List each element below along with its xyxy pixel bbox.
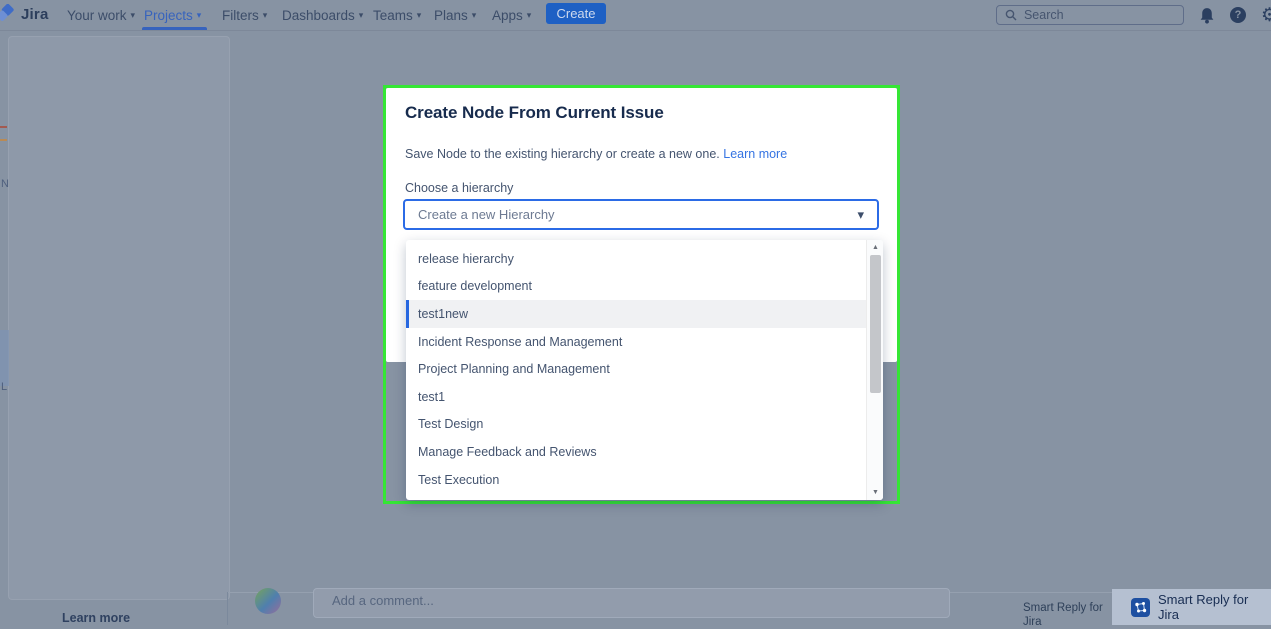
chevron-down-icon: ▾ [263,11,268,20]
smart-reply-flag: Smart Reply for Jira [1112,589,1271,625]
dropdown-option[interactable]: Test Design [406,411,866,439]
user-avatar [255,588,281,614]
chevron-down-icon: ▾ [472,11,477,20]
top-nav: Jira Your work▾Projects▾Filters▾Dashboar… [0,0,1271,31]
search-input[interactable]: Search [996,5,1184,25]
nav-item-label: Plans [434,8,468,23]
annotation-highlight-rect: Create Node From Current Issue Save Node… [383,85,900,504]
dropdown-option[interactable]: Test Execution [406,466,866,494]
scroll-down-icon[interactable]: ▼ [867,486,883,499]
sidebar-red-mark [0,126,7,128]
smart-reply-icon [1131,598,1150,617]
dropdown-option[interactable]: feature development [406,273,866,301]
nav-item-label: Your work [67,8,127,23]
scrollbar-thumb[interactable] [870,255,881,393]
nav-item-label: Filters [222,8,259,23]
learn-more-link[interactable]: Learn more [62,611,130,625]
dropdown-options: release hierarchyfeature developmenttest… [406,240,866,500]
smart-reply-flag-text: Smart Reply for Jira [1158,592,1271,622]
learn-more-modal-link[interactable]: Learn more [723,147,787,161]
nav-item-label: Teams [373,8,413,23]
modal-subtitle-text: Save Node to the existing hierarchy or c… [405,147,720,161]
nav-item-your-work[interactable]: Your work ▾ [67,0,135,30]
sidebar-letter: N [1,178,9,190]
dimmed-left-panel [8,36,230,600]
nav-item-apps[interactable]: Apps ▾ [492,0,531,30]
nav-item-label: Projects [144,8,193,23]
nav-item-dashboards[interactable]: Dashboards ▾ [282,0,363,30]
hierarchy-dropdown: release hierarchyfeature developmenttest… [406,240,883,500]
footer-vertical-divider [227,592,228,625]
search-icon [1005,9,1017,21]
chevron-down-icon: ▾ [197,11,202,20]
sidebar-orange-mark [0,139,7,141]
logo-text: Jira [21,6,49,23]
jira-logo[interactable]: Jira [0,4,49,24]
nav-item-projects[interactable]: Projects ▾ [144,0,201,30]
chevron-down-icon: ▾ [527,11,532,20]
nav-item-teams[interactable]: Teams ▾ [373,0,421,30]
notifications-bell-icon[interactable] [1199,7,1215,24]
dropdown-option[interactable]: Manage Feedback and Reviews [406,438,866,466]
nav-item-filters[interactable]: Filters ▾ [222,0,267,30]
dropdown-scrollbar[interactable]: ▲ ▼ [866,240,883,500]
dropdown-option[interactable]: Incident Response and Management [406,328,866,356]
settings-gear-icon[interactable]: ⚙ [1261,6,1271,25]
hierarchy-field-label: Choose a hierarchy [405,181,513,195]
help-icon[interactable]: ? [1230,7,1246,23]
chevron-down-icon: ▾ [417,11,422,20]
hierarchy-select[interactable]: Create a new Hierarchy ▾ [403,199,879,230]
chevron-down-icon: ▾ [131,11,136,20]
jira-logo-icon [0,4,16,24]
chevron-down-icon: ▾ [857,208,864,221]
search-placeholder: Search [1024,8,1064,22]
dropdown-option[interactable]: test1new [406,300,866,328]
sidebar-letter-2: L [1,381,7,393]
comment-placeholder: Add a comment... [332,593,434,608]
modal-title: Create Node From Current Issue [405,103,664,123]
chevron-down-icon: ▾ [359,11,364,20]
nav-item-label: Dashboards [282,8,355,23]
select-value: Create a new Hierarchy [418,207,555,222]
scroll-up-icon[interactable]: ▲ [867,241,883,254]
add-comment-input[interactable]: Add a comment... [313,588,950,618]
nav-right: Search ? ⚙ [996,0,1271,30]
dropdown-option[interactable]: test1 [406,383,866,411]
sidebar-selected-mark [0,330,9,386]
create-button[interactable]: Create [546,3,606,24]
dropdown-option[interactable]: Project Planning and Management [406,355,866,383]
modal-subtitle: Save Node to the existing hierarchy or c… [405,147,787,161]
nav-item-plans[interactable]: Plans ▾ [434,0,476,30]
dropdown-option[interactable]: release hierarchy [406,245,866,273]
nav-item-label: Apps [492,8,523,23]
